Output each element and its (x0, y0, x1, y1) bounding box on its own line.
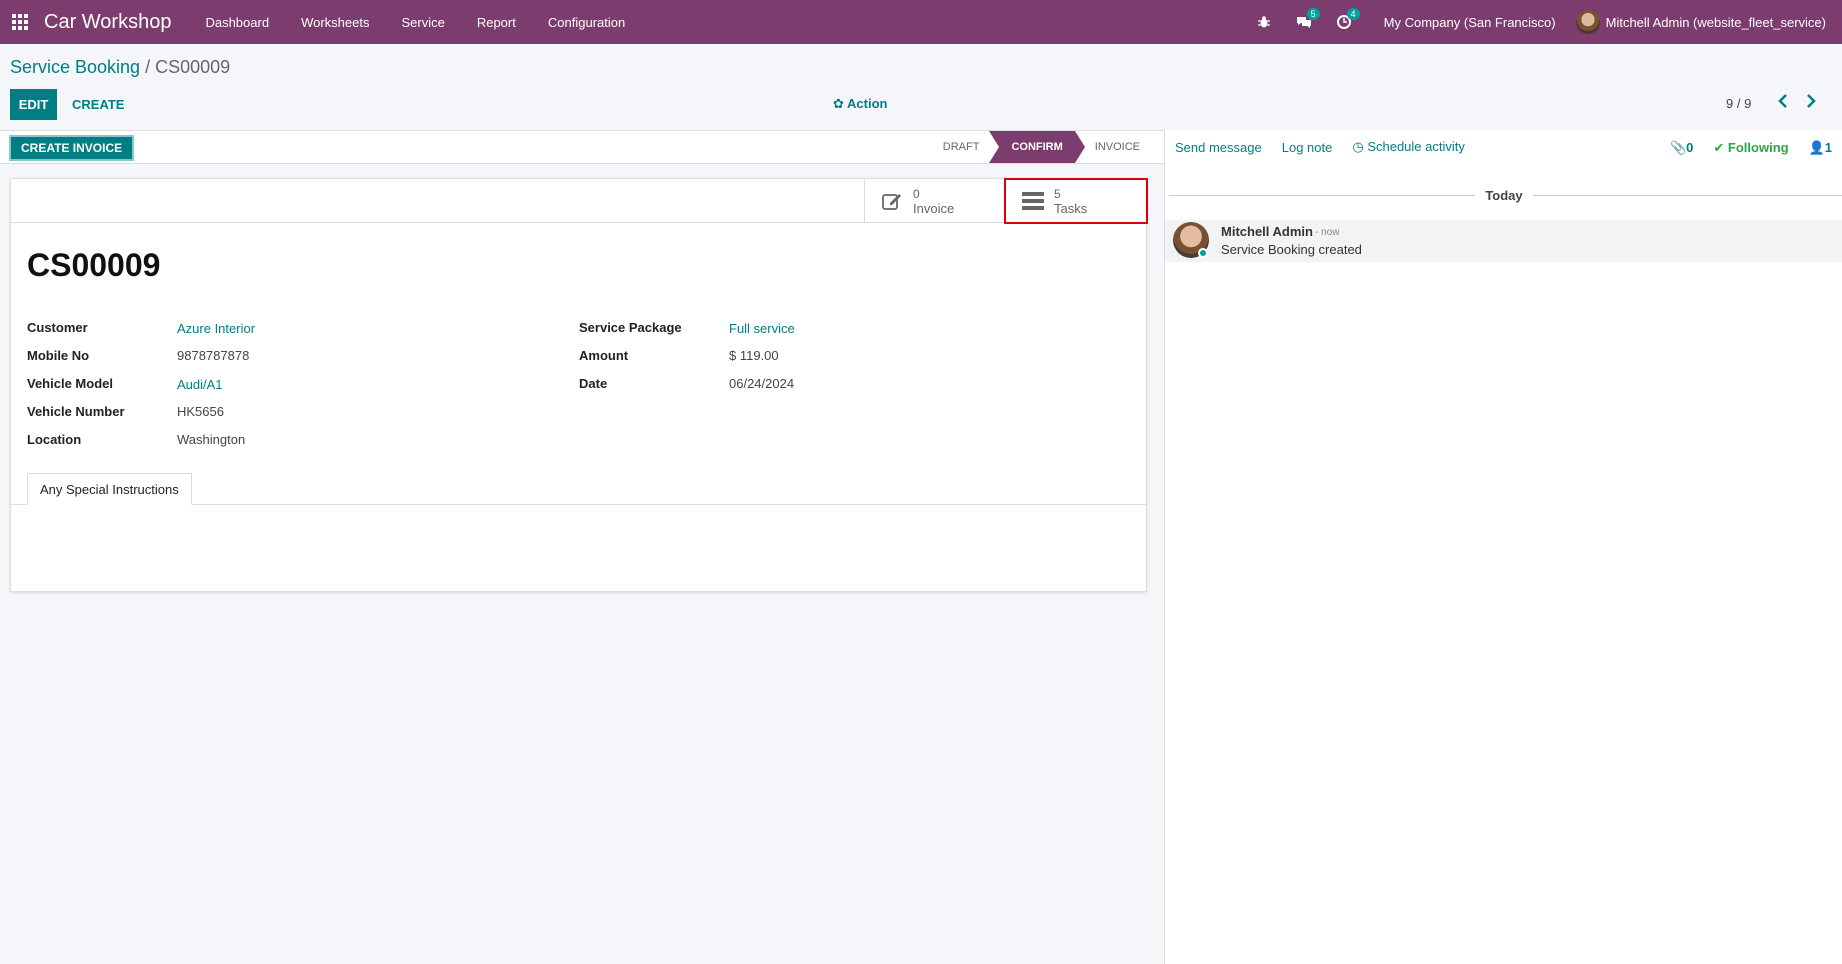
messages-badge: 5 (1306, 8, 1320, 20)
paperclip-icon: 📎 (1669, 140, 1687, 155)
menu-configuration[interactable]: Configuration (532, 15, 641, 30)
clock-icon: ◷ (1352, 139, 1368, 154)
log-note-button[interactable]: Log note (1282, 140, 1333, 155)
check-icon: ✔ (1713, 140, 1728, 155)
smart-buttons-row: 0 Invoice 5 Tasks (11, 178, 1148, 224)
chatter-panel: Send message Log note ◷ Schedule activit… (1164, 130, 1842, 964)
followers-count: 1 (1824, 140, 1832, 155)
stage-confirm[interactable]: CONFIRM (989, 131, 1086, 163)
amount-value: $ 119.00 (729, 348, 779, 363)
invoice-smart-button[interactable]: 0 Invoice (864, 179, 1004, 223)
apps-menu-icon[interactable] (2, 0, 38, 44)
menu-service[interactable]: Service (385, 15, 460, 30)
form-view: CREATE INVOICE DRAFT CONFIRM INVOICE 0 I… (0, 130, 1164, 964)
message-body: Service Booking created (1221, 242, 1362, 257)
user-avatar (1575, 10, 1600, 34)
user-menu[interactable]: Mitchell Admin (website_fleet_service) (1575, 10, 1842, 34)
form-statusbar: CREATE INVOICE DRAFT CONFIRM INVOICE (0, 130, 1164, 164)
date-separator-line-right (1533, 195, 1842, 196)
following-button[interactable]: ✔ Following (1713, 140, 1788, 156)
edit-pencil-icon (879, 188, 905, 214)
chatter-followers-area: 📎0 ✔ Following 👤1 (1670, 140, 1832, 156)
service-package-label: Service Package (579, 320, 682, 335)
top-navbar: Car Workshop Dashboard Worksheets Servic… (0, 0, 1842, 44)
company-switcher[interactable]: My Company (San Francisco) (1364, 15, 1576, 30)
vehicle-model-label: Vehicle Model (27, 376, 113, 391)
action-menu-button[interactable]: ✿ Action (833, 96, 887, 112)
edit-button[interactable]: EDIT (10, 89, 57, 120)
breadcrumb: Service Booking / CS00009 (10, 57, 230, 78)
pager-next-icon[interactable] (1806, 94, 1816, 113)
breadcrumb-separator: / (140, 57, 156, 77)
activities-clock-icon[interactable]: 4 (1324, 0, 1364, 44)
stage-draft[interactable]: DRAFT (933, 131, 990, 163)
service-package-value[interactable]: Full service (729, 321, 795, 336)
message-author[interactable]: Mitchell Admin (1221, 224, 1313, 239)
menu-report[interactable]: Report (461, 15, 532, 30)
online-status-dot (1198, 248, 1208, 258)
activities-badge: 4 (1346, 8, 1360, 20)
vehicle-number-label: Vehicle Number (27, 404, 125, 419)
create-invoice-button[interactable]: CREATE INVOICE (9, 135, 135, 161)
pager-value[interactable]: 9 / 9 (1726, 96, 1751, 111)
vehicle-model-value[interactable]: Audi/A1 (177, 377, 223, 392)
tab-special-instructions[interactable]: Any Special Instructions (27, 473, 192, 505)
debug-bug-icon[interactable] (1244, 0, 1284, 44)
form-sheet: 0 Invoice 5 Tasks CS00009 Customer Azure… (10, 178, 1148, 592)
chatter-message: Mitchell Admin - now Service Booking cre… (1165, 220, 1842, 262)
breadcrumb-current: CS00009 (155, 57, 231, 77)
create-button[interactable]: CREATE (62, 89, 134, 120)
menu-worksheets[interactable]: Worksheets (285, 15, 385, 30)
tasks-smart-button[interactable]: 5 Tasks (1004, 178, 1148, 224)
date-value: 06/24/2024 (729, 376, 795, 391)
breadcrumb-parent[interactable]: Service Booking (10, 57, 140, 77)
vehicle-number-value: HK5656 (177, 404, 224, 419)
location-label: Location (27, 432, 82, 447)
mobile-no-value: 9878787878 (177, 348, 250, 363)
schedule-activity-label: Schedule activity (1367, 139, 1465, 154)
following-label: Following (1727, 140, 1789, 155)
send-message-button[interactable]: Send message (1175, 140, 1262, 155)
tasks-label: Tasks (1054, 200, 1088, 216)
messages-icon[interactable]: 5 (1284, 0, 1324, 44)
user-icon: 👤 (1808, 140, 1825, 155)
attachments-button[interactable]: 📎0 (1670, 140, 1693, 156)
location-value: Washington (177, 432, 246, 447)
menu-dashboard[interactable]: Dashboard (189, 15, 285, 30)
app-title[interactable]: Car Workshop (44, 11, 171, 34)
tasks-count: 5 (1054, 186, 1061, 201)
schedule-activity-button[interactable]: ◷ Schedule activity (1352, 139, 1465, 155)
customer-label: Customer (27, 320, 88, 335)
record-name: CS00009 (27, 247, 161, 283)
followers-button[interactable]: 👤1 (1809, 140, 1832, 156)
customer-value[interactable]: Azure Interior (177, 321, 255, 336)
tasks-icon (1020, 188, 1046, 214)
invoice-count: 0 (913, 186, 920, 201)
pager-previous-icon[interactable] (1778, 94, 1788, 113)
attachments-count: 0 (1686, 140, 1694, 155)
amount-label: Amount (579, 348, 629, 363)
message-time: - now (1315, 227, 1340, 238)
status-stages: DRAFT CONFIRM INVOICE (933, 131, 1150, 163)
date-label: Date (579, 376, 608, 391)
invoice-label: Invoice (913, 200, 955, 216)
stage-invoice[interactable]: INVOICE (1075, 131, 1150, 163)
mobile-no-label: Mobile No (27, 348, 90, 363)
user-name: Mitchell Admin (website_fleet_service) (1605, 14, 1826, 30)
